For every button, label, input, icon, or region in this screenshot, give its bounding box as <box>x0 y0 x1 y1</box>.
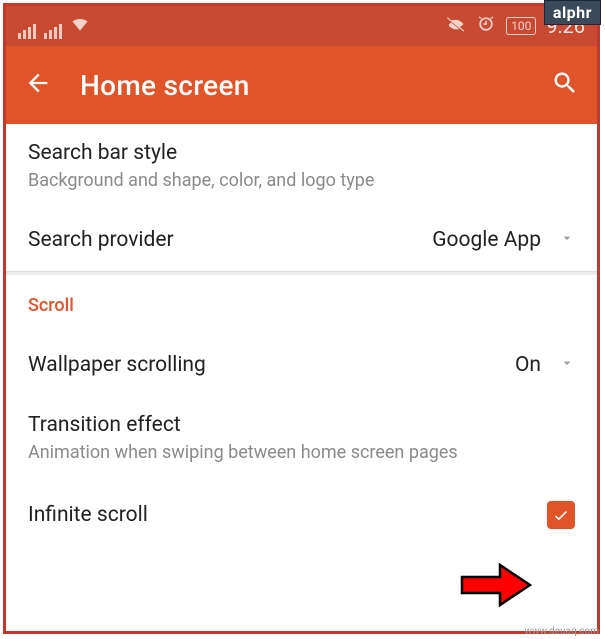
alphr-badge: alphr <box>544 0 601 25</box>
row-subtitle: Background and shape, color, and logo ty… <box>28 169 575 192</box>
search-button[interactable] <box>551 69 579 101</box>
signal-2-icon <box>44 24 62 39</box>
app-frame: 100 9:26 Home screen Search bar style Ba… <box>3 3 600 634</box>
row-title: Search bar style <box>28 141 575 165</box>
row-infinite-scroll[interactable]: Infinite scroll <box>6 482 597 548</box>
row-wallpaper-scrolling[interactable]: Wallpaper scrolling On <box>6 334 597 396</box>
annotation-arrow-icon <box>460 561 532 613</box>
alarm-icon <box>476 14 496 39</box>
row-title: Wallpaper scrolling <box>28 353 515 377</box>
app-bar: Home screen <box>6 46 597 124</box>
row-title: Infinite scroll <box>28 503 547 527</box>
row-search-bar-style[interactable]: Search bar style Background and shape, c… <box>6 124 597 209</box>
page-title: Home screen <box>80 69 250 102</box>
row-value: Google App <box>432 228 541 252</box>
wifi-icon <box>70 14 90 39</box>
back-button[interactable] <box>24 69 52 101</box>
watermark: www.deuaq.com <box>525 626 600 637</box>
status-left <box>18 14 90 39</box>
signal-1-icon <box>18 24 36 39</box>
chevron-down-icon <box>559 230 575 250</box>
row-transition-effect[interactable]: Transition effect Animation when swiping… <box>6 396 597 481</box>
row-search-provider[interactable]: Search provider Google App <box>6 209 597 271</box>
infinite-scroll-checkbox[interactable] <box>547 501 575 529</box>
chevron-down-icon <box>559 355 575 375</box>
status-bar: 100 9:26 <box>6 6 597 46</box>
row-title: Search provider <box>28 228 432 252</box>
content: Search bar style Background and shape, c… <box>6 124 597 548</box>
row-title: Transition effect <box>28 413 575 437</box>
check-icon <box>552 506 570 524</box>
section-header-scroll: Scroll <box>6 275 597 334</box>
row-value: On <box>515 353 541 377</box>
eye-care-icon <box>446 14 466 39</box>
row-subtitle: Animation when swiping between home scre… <box>28 441 575 464</box>
battery-indicator: 100 <box>506 17 536 35</box>
